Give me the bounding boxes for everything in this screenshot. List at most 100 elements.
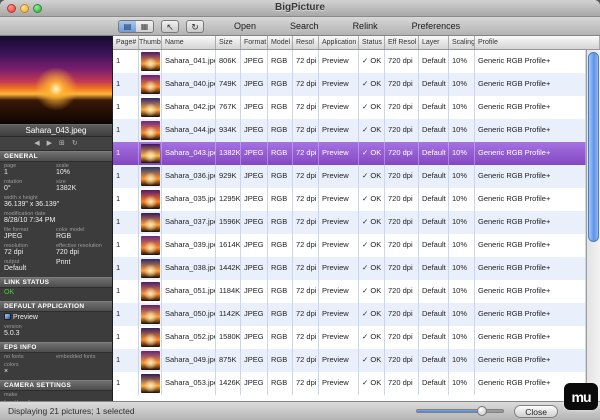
table-row[interactable]: 1Sahara_050.jpeg1142KJPEGRGB72 dpiPrevie…: [113, 303, 586, 326]
column-header[interactable]: Model: [268, 36, 293, 49]
grid-view-icon[interactable]: ▦: [136, 21, 153, 32]
window-title: BigPicture: [0, 0, 600, 16]
next-image-icon[interactable]: ▶: [47, 139, 52, 149]
eff-cell: 720 dpi: [385, 303, 419, 326]
column-header[interactable]: Application: [319, 36, 359, 49]
table-row[interactable]: 1Sahara_052.jpeg1580KJPEGRGB72 dpiPrevie…: [113, 326, 586, 349]
macupdate-watermark: mu: [564, 383, 598, 410]
thumbnail-size-slider[interactable]: [416, 409, 504, 413]
table-row[interactable]: 1Sahara_035.jpeg1295KJPEGRGB72 dpiPrevie…: [113, 188, 586, 211]
sidebar-field: resolution72 dpi: [4, 243, 56, 257]
scrollbar-thumb[interactable]: [588, 52, 599, 242]
sidebar-field: color modelRGB: [56, 227, 108, 241]
sidebar-field: modification date8/28/10 7:34 PM: [4, 211, 108, 225]
app-cell: Preview: [319, 50, 359, 73]
column-header[interactable]: Scaling: [449, 36, 475, 49]
profile-cell: Generic RGB Profile+: [475, 142, 586, 165]
status-cell: ✓ OK: [359, 349, 385, 372]
name-cell: Sahara_050.jpeg: [162, 303, 216, 326]
table-row[interactable]: 1Sahara_043.jpeg1382KJPEGRGB72 dpiPrevie…: [113, 142, 586, 165]
refresh-icon[interactable]: ↻: [186, 20, 204, 33]
eff-cell: 720 dpi: [385, 326, 419, 349]
relink-button[interactable]: Relink: [349, 20, 382, 32]
eff-cell: 720 dpi: [385, 349, 419, 372]
profile-cell: Generic RGB Profile+: [475, 211, 586, 234]
profile-cell: Generic RGB Profile+: [475, 349, 586, 372]
scaling-cell: 10%: [449, 96, 475, 119]
table-row[interactable]: 1Sahara_038.jpeg1442KJPEGRGB72 dpiPrevie…: [113, 257, 586, 280]
profile-cell: Generic RGB Profile+: [475, 280, 586, 303]
open-button[interactable]: Open: [230, 20, 260, 32]
resol-cell: 72 dpi: [293, 349, 319, 372]
image-preview[interactable]: [0, 36, 112, 124]
table-row[interactable]: 1Sahara_041.jpeg806KJPEGRGB72 dpiPreview…: [113, 50, 586, 73]
layer-cell: Default: [419, 142, 449, 165]
sidebar-section-header: EPS INFO: [0, 342, 112, 353]
cursor-tool-icon[interactable]: ↖: [161, 20, 179, 33]
resol-cell: 72 dpi: [293, 257, 319, 280]
layer-cell: Default: [419, 326, 449, 349]
name-cell: Sahara_053.jpeg: [162, 372, 216, 395]
row-thumbnail: [141, 190, 160, 209]
sidebar-field: no fonts: [4, 354, 56, 360]
format-cell: JPEG: [241, 50, 268, 73]
title-bar[interactable]: BigPicture: [0, 0, 600, 17]
column-header[interactable]: Resol: [293, 36, 319, 49]
row-thumbnail: [141, 167, 160, 186]
bigpicture-window: BigPicture ▤ ▦ ↖ ↻ Open Search Relink Pr…: [0, 0, 600, 420]
format-cell: JPEG: [241, 349, 268, 372]
table-row[interactable]: 1Sahara_042.jpeg767KJPEGRGB72 dpiPreview…: [113, 96, 586, 119]
format-cell: JPEG: [241, 165, 268, 188]
table-header: Page# ▴ThumbNameSizeFormatModelResolAppl…: [113, 36, 600, 50]
row-thumbnail: [141, 98, 160, 117]
rotate-icon[interactable]: ↻: [72, 139, 78, 149]
row-thumbnail: [141, 282, 160, 301]
column-header[interactable]: Format: [241, 36, 268, 49]
search-button[interactable]: Search: [286, 20, 323, 32]
table-row[interactable]: 1Sahara_051.jpeg1184KJPEGRGB72 dpiPrevie…: [113, 280, 586, 303]
app-cell: Preview: [319, 188, 359, 211]
table-row[interactable]: 1Sahara_037.jpeg1596KJPEGRGB72 dpiPrevie…: [113, 211, 586, 234]
close-button[interactable]: Close: [514, 405, 558, 418]
vertical-scrollbar[interactable]: ▲▼: [586, 50, 600, 401]
column-header[interactable]: Thumb: [139, 36, 162, 49]
table-row[interactable]: 1Sahara_049.jpeg875KJPEGRGB72 dpiPreview…: [113, 349, 586, 372]
column-header[interactable]: Name: [162, 36, 216, 49]
page-cell: 1: [113, 303, 139, 326]
model-cell: RGB: [268, 234, 293, 257]
status-cell: ✓ OK: [359, 50, 385, 73]
row-thumbnail: [141, 75, 160, 94]
name-cell: Sahara_037.jpeg: [162, 211, 216, 234]
sidebar-field: effective resolution720 dpi: [56, 243, 108, 257]
column-header[interactable]: Page# ▴: [113, 36, 139, 49]
model-cell: RGB: [268, 280, 293, 303]
column-header[interactable]: Size: [216, 36, 241, 49]
list-view-icon[interactable]: ▤: [119, 21, 136, 32]
layer-cell: Default: [419, 372, 449, 395]
page-cell: 1: [113, 96, 139, 119]
previous-image-icon[interactable]: ◀: [34, 139, 39, 149]
table-row[interactable]: 1Sahara_053.jpeg1426KJPEGRGB72 dpiPrevie…: [113, 372, 586, 395]
column-header[interactable]: Profile: [475, 36, 600, 49]
format-cell: JPEG: [241, 303, 268, 326]
table-row[interactable]: 1Sahara_039.jpeg1614KJPEGRGB72 dpiPrevie…: [113, 234, 586, 257]
format-cell: JPEG: [241, 234, 268, 257]
resol-cell: 72 dpi: [293, 234, 319, 257]
resol-cell: 72 dpi: [293, 211, 319, 234]
table-row[interactable]: 1Sahara_036.jpeg929KJPEGRGB72 dpiPreview…: [113, 165, 586, 188]
grid-icon[interactable]: ⊞: [59, 139, 65, 149]
name-cell: Sahara_044.jpeg: [162, 119, 216, 142]
preferences-button[interactable]: Preferences: [408, 20, 465, 32]
app-cell: Preview: [319, 372, 359, 395]
table-row[interactable]: 1Sahara_040.jpeg749KJPEGRGB72 dpiPreview…: [113, 73, 586, 96]
status-cell: ✓ OK: [359, 165, 385, 188]
table-row[interactable]: 1Sahara_044.jpeg934KJPEGRGB72 dpiPreview…: [113, 119, 586, 142]
slider-knob[interactable]: [477, 406, 487, 416]
column-header[interactable]: Layer: [419, 36, 449, 49]
model-cell: RGB: [268, 303, 293, 326]
sidebar-field: make: [4, 392, 108, 398]
column-header[interactable]: Eff Resol: [385, 36, 419, 49]
thumb-cell: [139, 303, 162, 326]
column-header[interactable]: Status: [359, 36, 385, 49]
model-cell: RGB: [268, 165, 293, 188]
